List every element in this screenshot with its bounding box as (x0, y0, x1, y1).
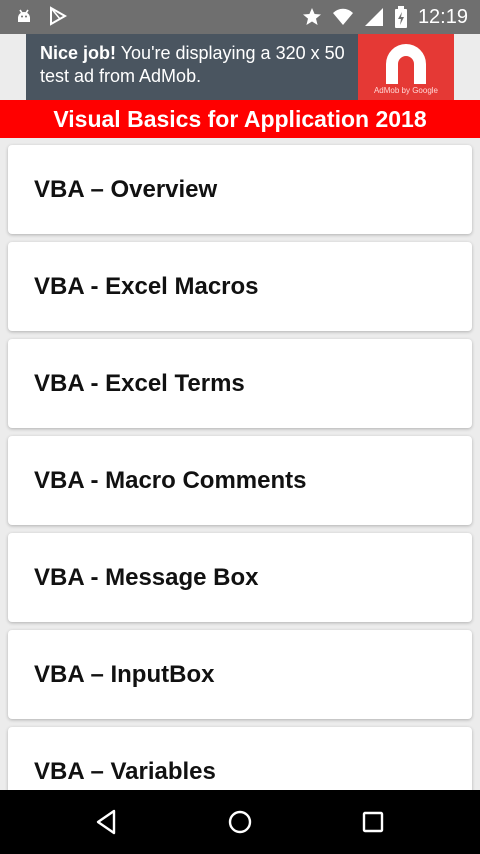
wifi-icon (332, 7, 354, 27)
admob-icon (386, 44, 426, 84)
topic-list[interactable]: VBA – Overview VBA - Excel Macros VBA - … (0, 138, 480, 790)
ad-brand: AdMob by Google (373, 86, 439, 95)
play-store-icon (48, 6, 68, 26)
list-item-label: VBA - Excel Macros (34, 272, 259, 300)
recents-icon (362, 811, 384, 833)
list-item-label: VBA - Excel Terms (34, 369, 245, 397)
ad-text: Nice job! You're displaying a 320 x 50 t… (40, 42, 350, 88)
list-item[interactable]: VBA - Macro Comments (8, 436, 472, 525)
list-item-label: VBA – Variables (34, 757, 216, 785)
battery-icon (394, 6, 408, 28)
status-bar: 12:19 (0, 0, 480, 34)
list-item[interactable]: VBA – Overview (8, 145, 472, 234)
app-header: Visual Basics for Application 2018 (0, 100, 480, 138)
list-item[interactable]: VBA - Excel Macros (8, 242, 472, 331)
clock: 12:19 (417, 6, 468, 28)
android-debug-icon (14, 6, 34, 26)
ad-banner[interactable]: Nice job! You're displaying a 320 x 50 t… (26, 34, 454, 100)
home-button[interactable] (225, 807, 255, 837)
list-item[interactable]: VBA – Variables (8, 727, 472, 790)
home-icon (228, 810, 252, 834)
list-item[interactable]: VBA - Message Box (8, 533, 472, 622)
list-item-label: VBA - Message Box (34, 563, 259, 591)
list-item-label: VBA – InputBox (34, 660, 215, 688)
list-item[interactable]: VBA – InputBox (8, 630, 472, 719)
admob-logo[interactable]: AdMob by Google (358, 34, 454, 100)
back-button[interactable] (92, 807, 122, 837)
navigation-bar (0, 790, 480, 854)
page-title: Visual Basics for Application 2018 (53, 105, 427, 132)
star-icon (302, 7, 322, 27)
list-item-label: VBA – Overview (34, 175, 218, 203)
signal-icon (364, 7, 384, 27)
back-icon (96, 809, 116, 835)
list-item-label: VBA - Macro Comments (34, 466, 307, 494)
ad-bold-text: Nice job! (40, 43, 117, 63)
list-item[interactable]: VBA - Excel Terms (8, 339, 472, 428)
recents-button[interactable] (358, 807, 388, 837)
